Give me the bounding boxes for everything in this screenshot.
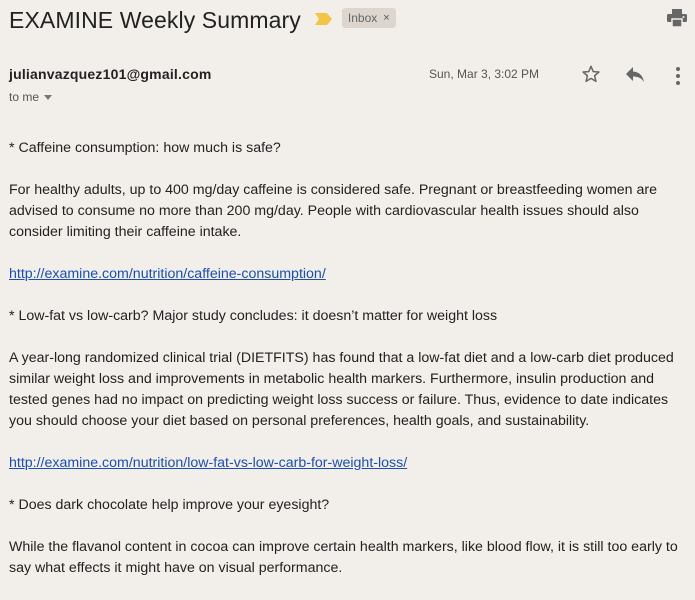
body-heading-chocolate: * Does dark chocolate help improve your … [9,497,330,513]
recipient-label: to me [9,90,40,104]
star-icon[interactable] [581,64,601,84]
email-subject: EXAMINE Weekly Summary [9,6,301,33]
label-chip-text: Inbox [347,11,378,25]
reply-icon[interactable] [625,66,645,84]
remove-label-icon[interactable]: × [383,12,389,24]
more-vertical-icon[interactable] [675,66,681,86]
caffeine-article-link[interactable]: http://examine.com/nutrition/caffeine-co… [9,266,326,282]
chevron-down-icon [44,94,53,100]
body-paragraph-chocolate: While the flavanol content in cocoa can … [9,539,678,576]
body-paragraph-caffeine: For healthy adults, up to 400 mg/day caf… [9,182,658,240]
email-date: Sun, Mar 3, 3:02 PM [429,67,540,81]
body-heading-caffeine: * Caffeine consumption: how much is safe… [9,140,281,156]
lowfat-article-link[interactable]: http://examine.com/nutrition/low-fat-vs-… [9,455,407,471]
sender-row: julianvazquez101@gmail.com to me Sun, Ma… [9,64,695,104]
email-body: * Caffeine consumption: how much is safe… [9,138,689,600]
body-link-caffeine-wrapper: http://examine.com/nutrition/caffeine-co… [9,264,689,285]
print-icon[interactable] [667,9,687,27]
importance-marker-icon[interactable] [314,13,332,25]
body-link-lowfat-wrapper: http://examine.com/nutrition/low-fat-vs-… [9,453,689,474]
label-chip-inbox: Inbox × [341,8,396,28]
body-paragraph-lowfat: A year-long randomized clinical trial (D… [9,350,674,429]
email-header: EXAMINE Weekly Summary Inbox × [9,4,396,36]
recipient-dropdown[interactable]: to me [9,90,53,104]
body-heading-lowfat: * Low-fat vs low-carb? Major study concl… [9,308,498,324]
